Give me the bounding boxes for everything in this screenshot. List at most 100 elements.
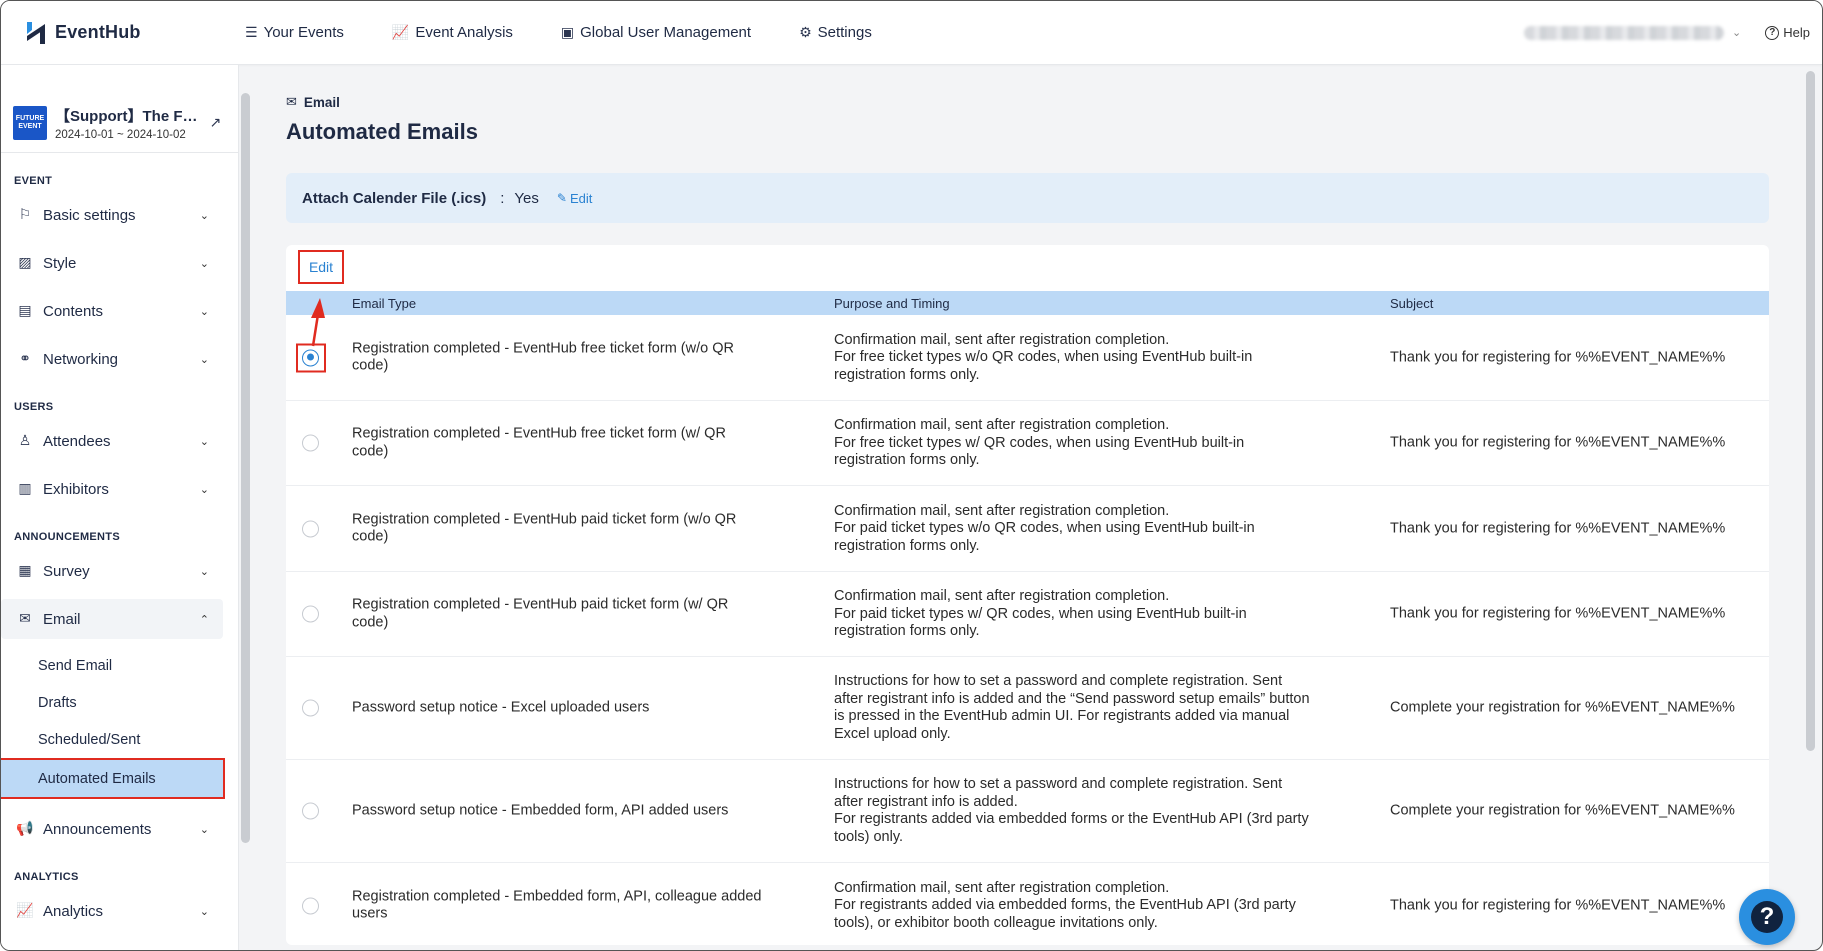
sidebar-item-networking[interactable]: ⚭ Networking ⌄ xyxy=(1,339,223,379)
sidebar-item-label: Attendees xyxy=(43,432,111,450)
annotation-arrow xyxy=(311,298,325,347)
sidebar-item-email[interactable]: ✉ Email ⌃ xyxy=(1,599,223,639)
table-row[interactable]: Password setup notice - Excel uploaded u… xyxy=(286,657,1769,760)
header-subject: Subject xyxy=(1390,296,1434,311)
external-link-icon[interactable]: ↗ xyxy=(210,114,222,131)
header-purpose-timing: Purpose and Timing xyxy=(834,296,950,311)
app-window: EventHub ☰ Your Events 📈 Event Analysis … xyxy=(0,0,1823,951)
sidebar-scrollbar[interactable] xyxy=(241,93,250,843)
mail-icon: ✉ xyxy=(286,95,297,110)
row-radio[interactable] xyxy=(302,897,319,914)
email-type-line: code) xyxy=(352,357,389,374)
chevron-up-icon: ⌃ xyxy=(199,612,209,626)
email-type-line: Registration completed - EventHub paid t… xyxy=(352,511,737,527)
automated-emails-table: Edit Email Type Purpose and Timing Subje… xyxy=(286,245,1769,945)
purpose-line: For free ticket types w/ QR codes, when … xyxy=(834,434,1245,451)
table-row[interactable]: Registration completed - EventHub paid t… xyxy=(286,486,1769,572)
sidebar-item-analytics[interactable]: 📈 Analytics ⌄ xyxy=(1,891,223,931)
mail-icon: ✉ xyxy=(19,611,31,627)
list-icon: ☰ xyxy=(245,24,258,41)
breadcrumb-label: Email xyxy=(303,95,340,110)
sidebar-subitem-send-email[interactable]: Send Email xyxy=(1,647,223,684)
email-type-cell: Registration completed - EventHub paid t… xyxy=(352,597,792,632)
header-email-type: Email Type xyxy=(352,296,417,311)
main-content: ✉ Email Automated Emails Attach Calender… xyxy=(286,65,1776,950)
ics-edit-label: Edit xyxy=(569,190,593,206)
chevron-down-icon: ⌄ xyxy=(199,434,209,448)
purpose-cell: Confirmation mail, sent after registrati… xyxy=(834,331,1364,384)
subject-cell: Thank you for registering for %%EVENT_NA… xyxy=(1390,605,1726,622)
purpose-line: For paid ticket types w/ QR codes, when … xyxy=(834,605,1247,622)
row-radio[interactable] xyxy=(302,520,319,537)
purpose-line: Confirmation mail, sent after registrati… xyxy=(834,416,1170,433)
chevron-down-icon: ⌄ xyxy=(199,482,209,496)
table-row[interactable]: Password setup notice - Embedded form, A… xyxy=(286,760,1769,863)
ics-label: Attach Calender File (.ics) xyxy=(302,189,487,207)
help-label: Help xyxy=(1783,25,1810,40)
sidebar-item-attendees[interactable]: ♙ Attendees ⌄ xyxy=(1,421,223,461)
clipboard-icon: ▦ xyxy=(18,563,32,579)
help-chat-button[interactable]: ? xyxy=(1739,889,1795,945)
row-radio[interactable] xyxy=(302,802,319,820)
email-type-line: Registration completed - Embedded form, … xyxy=(352,888,762,904)
purpose-cell: Confirmation mail, sent after registrati… xyxy=(834,417,1364,470)
sidebar-item-survey[interactable]: ▦ Survey ⌄ xyxy=(1,551,223,591)
email-type-cell: Password setup notice - Embedded form, A… xyxy=(352,802,792,820)
nav-label: Settings xyxy=(817,24,872,41)
purpose-line: Confirmation mail, sent after registrati… xyxy=(834,331,1170,348)
subject-cell: Complete your registration for %%EVENT_N… xyxy=(1390,802,1735,819)
help-link[interactable]: ? Help xyxy=(1765,25,1810,40)
edit-button[interactable]: Edit xyxy=(298,250,344,284)
email-type-line: Password setup notice - Embedded form, A… xyxy=(352,802,729,819)
email-type-cell: Password setup notice - Excel uploaded u… xyxy=(352,699,792,717)
ics-edit-link[interactable]: ✎ Edit xyxy=(557,191,592,206)
sidebar-item-contents[interactable]: ▤ Contents ⌄ xyxy=(1,291,223,331)
sidebar-subitem-drafts[interactable]: Drafts xyxy=(1,684,223,721)
sidebar-item-label: Announcements xyxy=(43,820,152,838)
breadcrumb: ✉ Email xyxy=(286,95,1776,110)
megaphone-icon: 📢 xyxy=(16,821,34,837)
email-type-line: Registration completed - EventHub paid t… xyxy=(352,596,729,613)
chevron-down-icon[interactable]: ⌄ xyxy=(1732,26,1741,39)
user-menu[interactable] xyxy=(1524,25,1725,40)
nav-your-events[interactable]: ☰ Your Events xyxy=(245,24,344,41)
email-type-line: Registration completed - EventHub free t… xyxy=(352,340,734,356)
sidebar-item-exhibitors[interactable]: ▥ Exhibitors ⌄ xyxy=(1,469,223,509)
nav-settings[interactable]: ⚙ Settings xyxy=(799,24,872,41)
nav-global-user-management[interactable]: ▣ Global User Management xyxy=(561,24,751,41)
purpose-line: For registrants added via embedded forms… xyxy=(834,896,1296,913)
subject-cell: Thank you for registering for %%EVENT_NA… xyxy=(1390,434,1726,451)
nav-right: ⌄ ? Help xyxy=(1524,25,1810,40)
purpose-line: tools), or exhibitor booth colleague inv… xyxy=(834,914,1158,931)
sidebar-item-announcements[interactable]: 📢 Announcements ⌄ xyxy=(1,809,223,849)
logo[interactable]: EventHub xyxy=(23,20,223,46)
event-meta: 【Support】The F… 2024-10-01 ~ 2024-10-02 xyxy=(55,105,198,141)
section-label-event: EVENT xyxy=(14,175,53,187)
row-radio[interactable] xyxy=(302,605,319,623)
sidebar-subitem-automated-emails[interactable]: Automated Emails xyxy=(1,758,225,799)
nav-event-analysis[interactable]: 📈 Event Analysis xyxy=(392,24,513,41)
row-radio[interactable] xyxy=(302,699,319,717)
section-label-users: USERS xyxy=(14,401,54,413)
table-row[interactable]: Registration completed - EventHub free t… xyxy=(286,401,1769,486)
purpose-cell: Confirmation mail, sent after registrati… xyxy=(834,588,1364,641)
sidebar-item-label: Networking xyxy=(43,350,119,368)
row-radio[interactable] xyxy=(302,434,319,452)
sidebar-item-style[interactable]: ▨ Style ⌄ xyxy=(1,243,223,283)
sidebar-item-basic-settings[interactable]: ⚐ Basic settings ⌄ xyxy=(1,195,223,235)
table-row[interactable]: Registration completed - EventHub free t… xyxy=(286,315,1769,401)
chevron-down-icon: ⌄ xyxy=(199,564,209,578)
subject-cell: Thank you for registering for %%EVENT_NA… xyxy=(1390,519,1726,536)
sidebar-item-label: Analytics xyxy=(43,902,104,920)
nav-label: Global User Management xyxy=(580,24,752,41)
table-header: Email Type Purpose and Timing Subject xyxy=(286,291,1769,315)
page-scrollbar[interactable] xyxy=(1806,71,1815,751)
chevron-down-icon: ⌄ xyxy=(199,904,209,918)
table-row[interactable]: Registration completed - EventHub paid t… xyxy=(286,572,1769,657)
question-icon: ? xyxy=(1751,901,1783,933)
table-row[interactable]: Registration completed - Embedded form, … xyxy=(286,863,1769,945)
sidebar-subitem-scheduled-sent[interactable]: Scheduled/Sent xyxy=(1,721,223,758)
purpose-cell: Confirmation mail, sent after registrati… xyxy=(834,502,1364,555)
sidebar-item-label: Email xyxy=(43,610,81,628)
purpose-line: registration forms only. xyxy=(834,451,980,468)
